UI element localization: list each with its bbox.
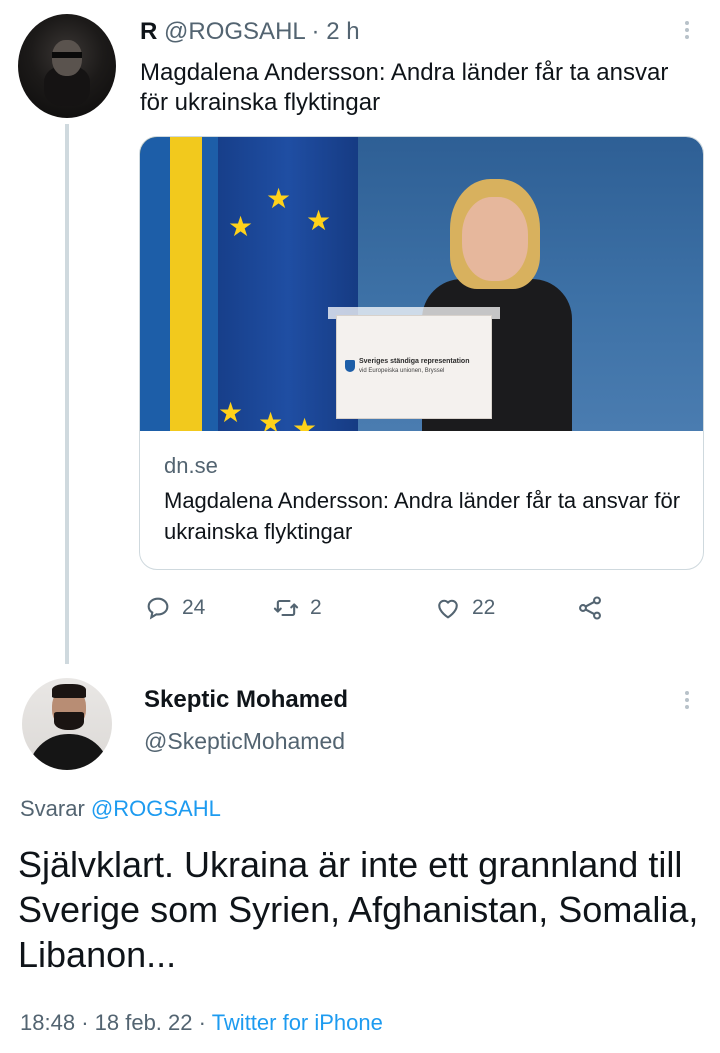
tweet-text: Magdalena Andersson: Andra länder får ta… [140,59,669,116]
share-icon [579,596,601,620]
meta-separator: · [198,1010,206,1035]
press-conference-photo: ★ ★ ★ ★ ★ ★ Sveriges ständiga representa… [140,137,703,431]
reply-date[interactable]: 18 feb. 22 [95,1010,193,1035]
podium: Sveriges ständiga representation vid Eur… [336,315,492,419]
author-name[interactable]: R [140,18,157,45]
swedish-crest-icon [345,360,355,372]
avatar-rogsahl[interactable] [18,14,116,118]
card-title: Magdalena Andersson: Andra länder får ta… [164,488,681,544]
meta-separator: · [81,1010,89,1035]
reply-count: 24 [182,596,206,619]
like-icon [438,599,458,619]
reply-tweet-text: Självklart. Ukraina är inte ett grannlan… [18,844,699,975]
replying-label: Svarar [20,796,85,821]
replying-to-handle[interactable]: @ROGSAHL [91,796,221,821]
reply-time[interactable]: 18:48 [20,1010,75,1035]
retweet-icon [273,599,299,617]
thread-connector-line [65,124,69,664]
share-button[interactable] [576,592,614,624]
like-count: 22 [472,596,496,619]
tweet-actions: 24 2 22 [144,592,624,626]
reply-button[interactable]: 24 [144,592,205,624]
reply-author-handle[interactable]: @SkepticMohamed [144,728,345,755]
reply-icon [147,597,169,620]
tweet-header: R @ROGSAHL · 2 h [140,18,360,46]
retweet-count: 2 [310,596,322,619]
tweet-source[interactable]: Twitter for iPhone [212,1010,383,1035]
like-button[interactable]: 22 [434,592,495,624]
retweet-button[interactable]: 2 [272,592,322,624]
more-icon[interactable] [678,18,696,44]
more-icon[interactable] [678,688,696,714]
card-domain: dn.se [164,453,218,478]
tweet-time[interactable]: 2 h [326,18,359,45]
reply-tweet-meta: 18:48 · 18 feb. 22 · Twitter for iPhone [20,1010,383,1036]
link-card[interactable]: ★ ★ ★ ★ ★ ★ Sveriges ständiga representa… [139,136,704,570]
reply-author-name[interactable]: Skeptic Mohamed [144,686,348,714]
avatar-skepticmohamed[interactable] [22,678,112,770]
author-handle[interactable]: @ROGSAHL [164,18,305,45]
podium-line-2: vid Europeiska unionen, Bryssel [359,368,445,374]
replying-to: Svarar @ROGSAHL [20,796,221,822]
podium-line-1: Sveriges ständiga representation [359,358,470,365]
header-separator: · [311,18,320,45]
